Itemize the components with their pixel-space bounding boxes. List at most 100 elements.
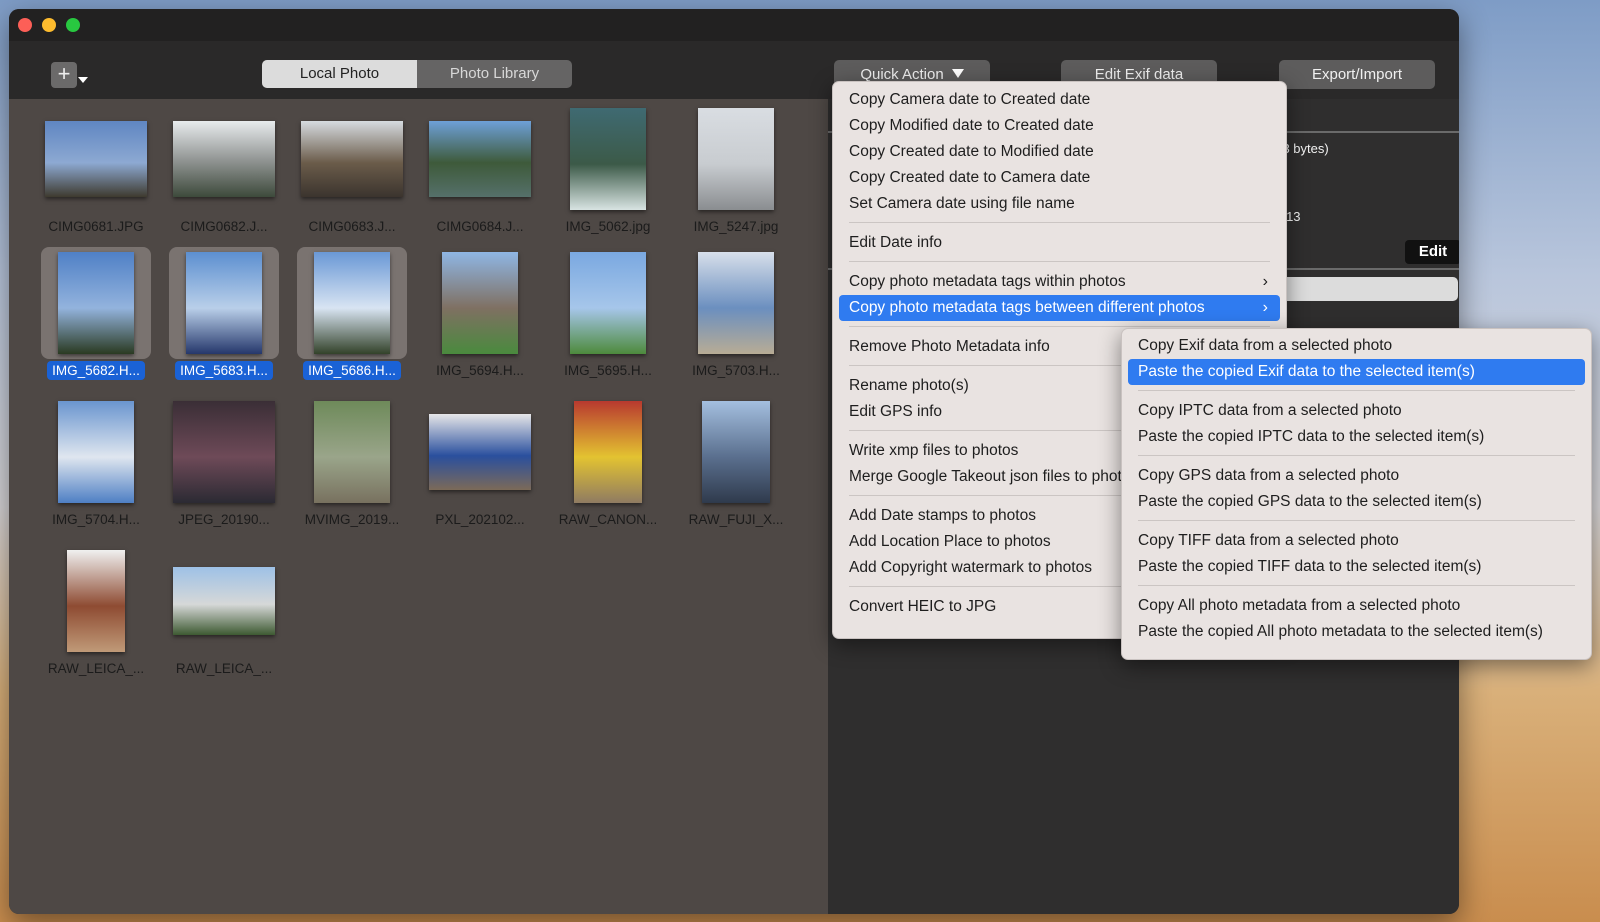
photo-tile[interactable]: RAW_LEICA_... bbox=[169, 545, 279, 685]
photo-tile[interactable]: RAW_CANON... bbox=[553, 396, 663, 536]
menu-item[interactable]: Copy photo metadata tags between differe… bbox=[839, 295, 1280, 321]
submenu-item[interactable]: Paste the copied TIFF data to the select… bbox=[1128, 554, 1585, 580]
info-edit-button[interactable]: Edit bbox=[1405, 240, 1459, 264]
menu-item-label: Edit Date info bbox=[849, 234, 943, 251]
photo-filename: IMG_5695.H... bbox=[545, 363, 671, 378]
submenu-item-label: Paste the copied IPTC data to the select… bbox=[1138, 428, 1485, 445]
photo-tile[interactable]: IMG_5703.H... bbox=[681, 247, 791, 387]
submenu-item[interactable]: Paste the copied IPTC data to the select… bbox=[1128, 424, 1585, 450]
submenu-item-label: Paste the copied Exif data to the select… bbox=[1138, 363, 1475, 380]
photo-filename: RAW_FUJI_X... bbox=[673, 512, 799, 527]
menu-item[interactable]: Copy Created date to Modified date bbox=[839, 139, 1280, 165]
photo-filename-text: CIMG0682.J... bbox=[180, 219, 268, 234]
menu-item-label: Add Location Place to photos bbox=[849, 533, 1051, 550]
menu-separator bbox=[849, 222, 1270, 223]
photo-filename: JPEG_20190... bbox=[161, 512, 287, 527]
add-button[interactable]: + bbox=[51, 62, 77, 88]
thumbnail-frame bbox=[297, 247, 407, 359]
menu-item-label: Copy Camera date to Created date bbox=[849, 91, 1091, 108]
photo-tile[interactable]: CIMG0683.J... bbox=[297, 103, 407, 243]
photo-filename: RAW_LEICA_... bbox=[161, 661, 287, 676]
menu-item[interactable]: Copy Modified date to Created date bbox=[839, 113, 1280, 139]
submenu-item-label: Copy Exif data from a selected photo bbox=[1138, 337, 1393, 354]
photo-filename-text: IMG_5686.H... bbox=[303, 361, 401, 380]
photo-thumbnail bbox=[314, 401, 390, 503]
submenu-item[interactable]: Paste the copied Exif data to the select… bbox=[1128, 359, 1585, 385]
photo-thumbnail bbox=[574, 401, 642, 503]
photo-tile[interactable]: MVIMG_2019... bbox=[297, 396, 407, 536]
photo-filename: RAW_CANON... bbox=[545, 512, 671, 527]
info-text-field[interactable] bbox=[1268, 277, 1458, 301]
photo-tile[interactable]: IMG_5683.H... bbox=[169, 247, 279, 387]
photo-thumbnail bbox=[570, 108, 646, 210]
photo-tile[interactable]: IMG_5062.jpg bbox=[553, 103, 663, 243]
photo-tile[interactable]: IMG_5682.H... bbox=[41, 247, 151, 387]
photo-tile[interactable]: IMG_5247.jpg bbox=[681, 103, 791, 243]
photo-filename: IMG_5704.H... bbox=[33, 512, 159, 527]
thumbnail-frame bbox=[553, 396, 663, 508]
photo-tile[interactable]: CIMG0682.J... bbox=[169, 103, 279, 243]
menu-item-label: Copy Created date to Camera date bbox=[849, 169, 1091, 186]
thumbnail-frame bbox=[425, 247, 535, 359]
photo-filename: CIMG0683.J... bbox=[289, 219, 415, 234]
submenu-item[interactable]: Paste the copied GPS data to the selecte… bbox=[1128, 489, 1585, 515]
minimize-window-button[interactable] bbox=[42, 18, 56, 32]
photo-tile[interactable]: IMG_5694.H... bbox=[425, 247, 535, 387]
menu-item-label: Rename photo(s) bbox=[849, 377, 969, 394]
photo-filename: IMG_5247.jpg bbox=[673, 219, 799, 234]
photo-filename-text: IMG_5694.H... bbox=[436, 363, 524, 378]
submenu-item[interactable]: Copy Exif data from a selected photo bbox=[1128, 333, 1585, 359]
close-window-button[interactable] bbox=[18, 18, 32, 32]
photo-thumbnail bbox=[698, 252, 774, 354]
photo-tile[interactable]: JPEG_20190... bbox=[169, 396, 279, 536]
thumbnail-frame bbox=[297, 103, 407, 215]
photo-filename-text: CIMG0684.J... bbox=[436, 219, 524, 234]
tab-local-photo[interactable]: Local Photo bbox=[262, 60, 417, 88]
menu-item[interactable]: Copy Created date to Camera date bbox=[839, 165, 1280, 191]
menu-item[interactable]: Set Camera date using file name bbox=[839, 191, 1280, 217]
photo-tile[interactable]: CIMG0684.J... bbox=[425, 103, 535, 243]
thumbnail-frame bbox=[41, 103, 151, 215]
menu-item-label: Add Copyright watermark to photos bbox=[849, 559, 1092, 576]
zoom-window-button[interactable] bbox=[66, 18, 80, 32]
submenu-item[interactable]: Copy TIFF data from a selected photo bbox=[1128, 528, 1585, 554]
submenu-item[interactable]: Copy All photo metadata from a selected … bbox=[1128, 593, 1585, 619]
photo-tile[interactable]: RAW_LEICA_... bbox=[41, 545, 151, 685]
menu-item-label: Merge Google Takeout json files to photo… bbox=[849, 468, 1139, 485]
photo-filename: CIMG0682.J... bbox=[161, 219, 287, 234]
submenu-item-label: Copy TIFF data from a selected photo bbox=[1138, 532, 1399, 549]
photo-filename: IMG_5062.jpg bbox=[545, 219, 671, 234]
photo-tile[interactable]: IMG_5704.H... bbox=[41, 396, 151, 536]
photo-thumbnail bbox=[67, 550, 125, 652]
thumbnail-frame bbox=[425, 396, 535, 508]
source-segmented-control: Local Photo Photo Library bbox=[262, 60, 572, 88]
photo-filename-text: IMG_5695.H... bbox=[564, 363, 652, 378]
photo-tile[interactable]: RAW_FUJI_X... bbox=[681, 396, 791, 536]
menu-item-label: Set Camera date using file name bbox=[849, 195, 1075, 212]
menu-separator bbox=[1138, 585, 1575, 586]
photo-tile[interactable]: IMG_5686.H... bbox=[297, 247, 407, 387]
add-dropdown-caret-icon[interactable] bbox=[78, 77, 88, 83]
photo-thumbnail bbox=[301, 121, 403, 197]
menu-item[interactable]: Edit Date info bbox=[839, 230, 1280, 256]
submenu-item[interactable]: Paste the copied All photo metadata to t… bbox=[1128, 619, 1585, 645]
tab-photo-library[interactable]: Photo Library bbox=[417, 60, 572, 88]
photo-grid: CIMG0681.JPG CIMG0682.J... CIMG0683.J... CI… bbox=[9, 99, 828, 914]
menu-separator bbox=[849, 261, 1270, 262]
submenu-item-label: Paste the copied GPS data to the selecte… bbox=[1138, 493, 1482, 510]
photo-filename-text: JPEG_20190... bbox=[178, 512, 270, 527]
menu-item[interactable]: Copy photo metadata tags within photos › bbox=[839, 269, 1280, 295]
export-import-button[interactable]: Export/Import bbox=[1279, 60, 1435, 89]
thumbnail-frame bbox=[41, 545, 151, 657]
submenu-item[interactable]: Copy IPTC data from a selected photo bbox=[1128, 398, 1585, 424]
photo-thumbnail bbox=[314, 252, 390, 354]
chevron-right-icon: › bbox=[1262, 299, 1268, 316]
photo-tile[interactable]: CIMG0681.JPG bbox=[41, 103, 151, 243]
menu-item[interactable]: Copy Camera date to Created date bbox=[839, 87, 1280, 113]
submenu-item-label: Copy IPTC data from a selected photo bbox=[1138, 402, 1402, 419]
submenu-item-label: Paste the copied TIFF data to the select… bbox=[1138, 558, 1482, 575]
photo-filename: CIMG0684.J... bbox=[417, 219, 543, 234]
photo-tile[interactable]: IMG_5695.H... bbox=[553, 247, 663, 387]
photo-tile[interactable]: PXL_202102... bbox=[425, 396, 535, 536]
submenu-item[interactable]: Copy GPS data from a selected photo bbox=[1128, 463, 1585, 489]
